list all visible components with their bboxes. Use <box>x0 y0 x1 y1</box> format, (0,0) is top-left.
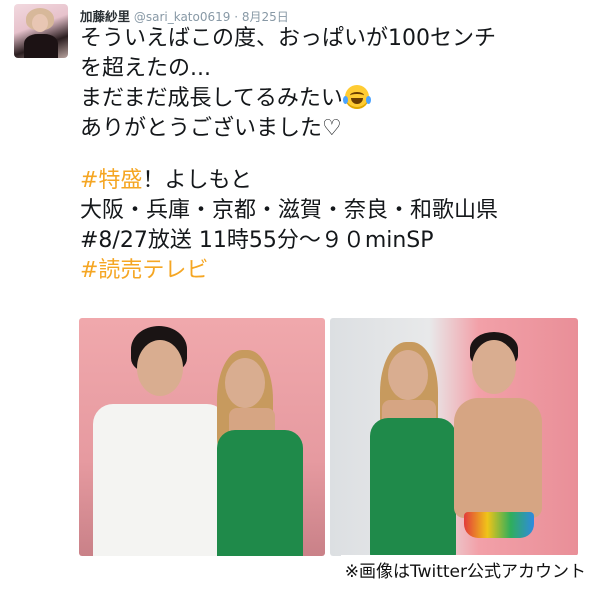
tweet-line-7: #8/27放送 11時55分～９０minSP <box>80 228 434 253</box>
woman-green-dress <box>217 430 303 556</box>
tear-left <box>342 96 348 104</box>
yoshimoto-text: ！よしもと <box>142 168 252 193</box>
man-white-shirt <box>93 404 227 556</box>
woman-green-dress <box>370 418 456 556</box>
tweet-line-1: そういえばこの度、おっぱいが100センチ <box>80 26 496 51</box>
author-name[interactable]: 加藤紗里 <box>80 9 130 24</box>
man-swimwear <box>464 512 534 538</box>
tweet-line-3: まだまだ成長してるみたい <box>80 84 595 114</box>
tweet-photo-1[interactable] <box>79 318 325 556</box>
man-torso <box>454 398 542 518</box>
header-separator: · <box>234 10 239 24</box>
woman-face <box>225 358 265 408</box>
avatar-body <box>24 34 58 58</box>
hashtag-yomiuri[interactable]: #読売テレビ <box>80 258 208 283</box>
crying-laughing-face-icon <box>342 85 371 109</box>
tweet-date[interactable]: 8月25日 <box>242 10 289 24</box>
tweet-line-3-text: まだまだ成長してるみたい <box>80 86 343 111</box>
tweet-line-5: #特盛！よしもと <box>80 166 595 196</box>
tweet-header: 加藤紗里 @sari_kato0619 · 8月25日 <box>80 6 289 25</box>
tweet-card: 加藤紗里 @sari_kato0619 · 8月25日 そういえばこの度、おっぱ… <box>0 0 600 592</box>
author-handle[interactable]: @sari_kato0619 <box>134 10 231 24</box>
woman-face <box>388 350 428 400</box>
hashtag-tokusei[interactable]: #特盛 <box>80 168 142 193</box>
man-face <box>137 340 183 396</box>
avatar[interactable] <box>14 4 68 58</box>
tweet-line-6: 大阪・兵庫・京都・滋賀・奈良・和歌山県 <box>80 198 499 223</box>
tweet-line-8: #読売テレビ <box>80 256 595 286</box>
tweet-text: そういえばこの度、おっぱいが100センチ を超えたの... まだまだ成長してるみ… <box>80 24 595 286</box>
tweet-line-2: を超えたの... <box>80 56 211 81</box>
tweet-line-4: ありがとうございました♡ <box>80 116 342 141</box>
avatar-face <box>32 14 48 32</box>
man-face <box>472 340 516 394</box>
tweet-photo-2[interactable] <box>330 318 578 556</box>
tear-right <box>365 96 371 104</box>
image-source-caption: ※画像はTwitter公式アカウント <box>340 555 590 584</box>
